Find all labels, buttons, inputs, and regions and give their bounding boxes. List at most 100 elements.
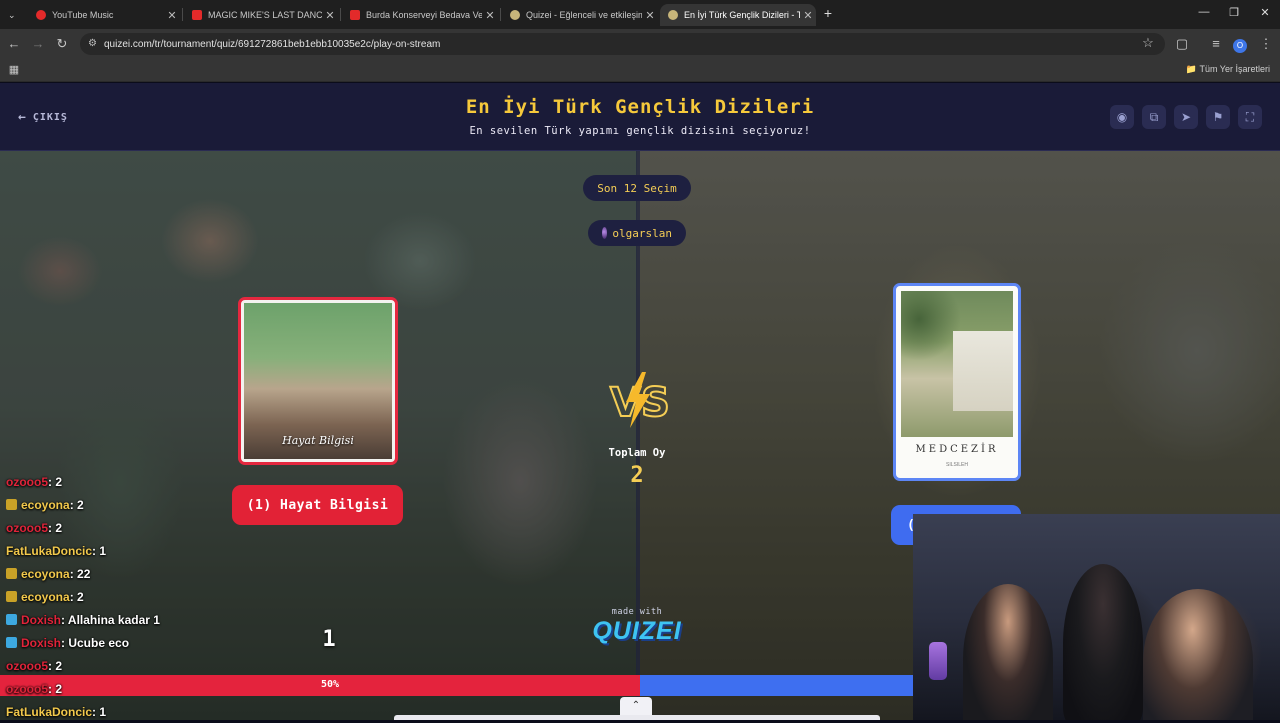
close-icon[interactable]: ✕ [482,9,498,22]
medcezir-poster [901,291,1013,437]
total-votes-value: 2 [630,463,644,488]
poster-caption: Hayat Bilgisi [282,434,354,447]
youtube-music-icon [36,10,46,20]
total-votes-label: Toplam Oy [608,447,666,459]
restore-icon[interactable]: ❐ [1224,6,1244,19]
chat-badge-icon [6,591,17,602]
apps-grid-icon[interactable]: ▦ [6,63,22,76]
medcezir-logo-sub: SILSILEH [946,462,968,468]
stream-chat-overlay: ozooo5 : 2 ecoyona : 2 ozooo5 : 2 FatLukaDo… [0,470,260,723]
profile-initial: O [1233,39,1247,53]
url-text: quizei.com/tr/tournament/quiz/691272861b… [104,38,441,50]
browser-tab[interactable]: YouTube Music ✕ [28,4,180,26]
bottom-panel [394,715,880,720]
app-header: ← ÇIKIŞ En İyi Türk Gençlik Dizileri En … [0,83,1280,151]
chat-text: : Allahina kadar 1 [61,612,160,627]
chat-username: ecoyona [21,566,70,581]
close-icon[interactable]: ✕ [164,9,180,22]
chevron-down-icon: ⌄ [8,9,16,20]
chat-message: ozooo5 : 2 [0,677,260,700]
chat-username: ozooo5 [6,681,48,696]
tab-title: YouTube Music [52,10,114,20]
send-icon[interactable]: ➤ [1174,105,1198,129]
forward-icon[interactable]: → [30,36,46,51]
chevron-up-icon[interactable]: ⌃ [620,697,652,715]
chat-text: : Ucube eco [61,635,130,650]
address-bar[interactable]: ⚙ quizei.com/tr/tournament/quiz/69127286… [80,33,1165,55]
all-bookmarks-button[interactable]: 📁 Tüm Yer İşaretleri [1186,64,1270,75]
chat-username: ozooo5 [6,520,48,535]
extensions-icon[interactable]: ▢ [1174,36,1190,52]
flag-icon[interactable]: ⚑ [1206,105,1230,129]
browser-toolbar: ← → ↻ ⚙ quizei.com/tr/tournament/quiz/69… [0,29,1280,59]
bookmarks-bar: ▦ 📁 Tüm Yer İşaretleri [0,59,1280,82]
made-with-label: made with [611,607,663,617]
avatar [602,227,608,239]
chat-username: Doxish [21,635,62,650]
chat-message: ecoyona : 2 [0,493,260,516]
browser-tab[interactable]: MAGIC MIKE'S LAST DANCE - B ✕ [184,4,338,26]
browser-tab[interactable]: Burda Konserveyi Bedava Verm ✕ [342,4,498,26]
tab-separator [182,8,183,21]
back-icon[interactable]: ← [6,36,22,51]
chat-message: Doxish : Ucube eco [0,631,260,654]
last-picks-badge[interactable]: Son 12 Seçim [583,175,691,201]
chat-badge-icon [6,568,17,579]
star-icon[interactable]: ☆ [1140,35,1156,51]
tab-title: Burda Konserveyi Bedava Verm [366,10,482,20]
chat-username: FatLukaDoncic [6,704,93,719]
copy-icon[interactable]: ⧉ [1142,105,1166,129]
new-tab-button[interactable]: + [818,5,838,21]
left-option-card[interactable]: Hayat Bilgisi [238,297,398,465]
reload-icon[interactable]: ↻ [54,36,70,52]
chat-message: ozooo5 : 2 [0,516,260,539]
youtube-icon [350,10,360,20]
media-controls-icon[interactable]: ≡ [1208,36,1224,51]
chat-badge-icon [6,614,17,625]
right-option-card[interactable]: MEDCEZİR SILSILEH [893,283,1021,481]
chat-username: Doxish [21,612,62,627]
chat-message: Doxish : Allahina kadar 1 [0,608,260,631]
chat-username: ecoyona [21,589,70,604]
chat-text: : 2 [48,520,63,535]
close-icon[interactable]: ✕ [322,9,338,22]
streamer-person-middle [1063,564,1143,720]
minimize-icon[interactable]: — [1194,6,1214,18]
left-vote-count: 1 [322,627,336,652]
fullscreen-icon[interactable]: ⛶ [1238,105,1262,129]
username: olgarslan [612,226,672,240]
vote-percentage: 50% [320,679,340,690]
webcam-overlay [913,514,1280,720]
chat-text: : 2 [48,474,63,489]
close-icon[interactable]: ✕ [642,9,658,22]
browser-tab-active[interactable]: En İyi Türk Gençlik Dizileri - Tie ✕ [660,4,816,26]
close-icon[interactable]: ✕ [800,9,816,22]
quizei-icon [510,10,520,20]
chat-username: FatLukaDoncic [6,543,93,558]
chat-message: ecoyona : 2 [0,585,260,608]
site-info-icon[interactable]: ⚙ [88,38,97,49]
chat-text: : 2 [48,658,63,673]
poster-tree [901,291,961,361]
tab-title: En İyi Türk Gençlik Dizileri - Tie [684,10,800,20]
eye-icon[interactable]: ◉ [1110,105,1134,129]
chat-text: : 22 [69,566,91,581]
chat-text: : 2 [48,681,63,696]
close-window-icon[interactable]: ✕ [1255,6,1275,19]
purple-lamp [929,642,947,680]
menu-icon[interactable]: ⋮ [1258,36,1274,52]
chat-text: : 1 [92,543,107,558]
quizei-logo: QUIZEI [592,617,682,645]
page-subtitle: En sevilen Türk yapımı gençlik dizisini … [469,125,811,137]
tab-title: MAGIC MIKE'S LAST DANCE - B [208,10,322,20]
chat-text: : 2 [69,497,84,512]
browser-tab-strip: ⌄ YouTube Music ✕ MAGIC MIKE'S LAST DANC… [0,0,1280,29]
profile-avatar[interactable]: O [1232,36,1248,53]
browser-tab[interactable]: Quizei - Eğlenceli ve etkileşimli ✕ [502,4,658,26]
chat-message: ozooo5 : 2 [0,470,260,493]
streamer-person-right [1143,589,1253,720]
chat-message: FatLukaDoncic : 1 [0,539,260,562]
chat-message: ozooo5 : 2 [0,654,260,677]
chat-username: ozooo5 [6,658,48,673]
tab-search-button[interactable]: ⌄ [0,4,28,26]
